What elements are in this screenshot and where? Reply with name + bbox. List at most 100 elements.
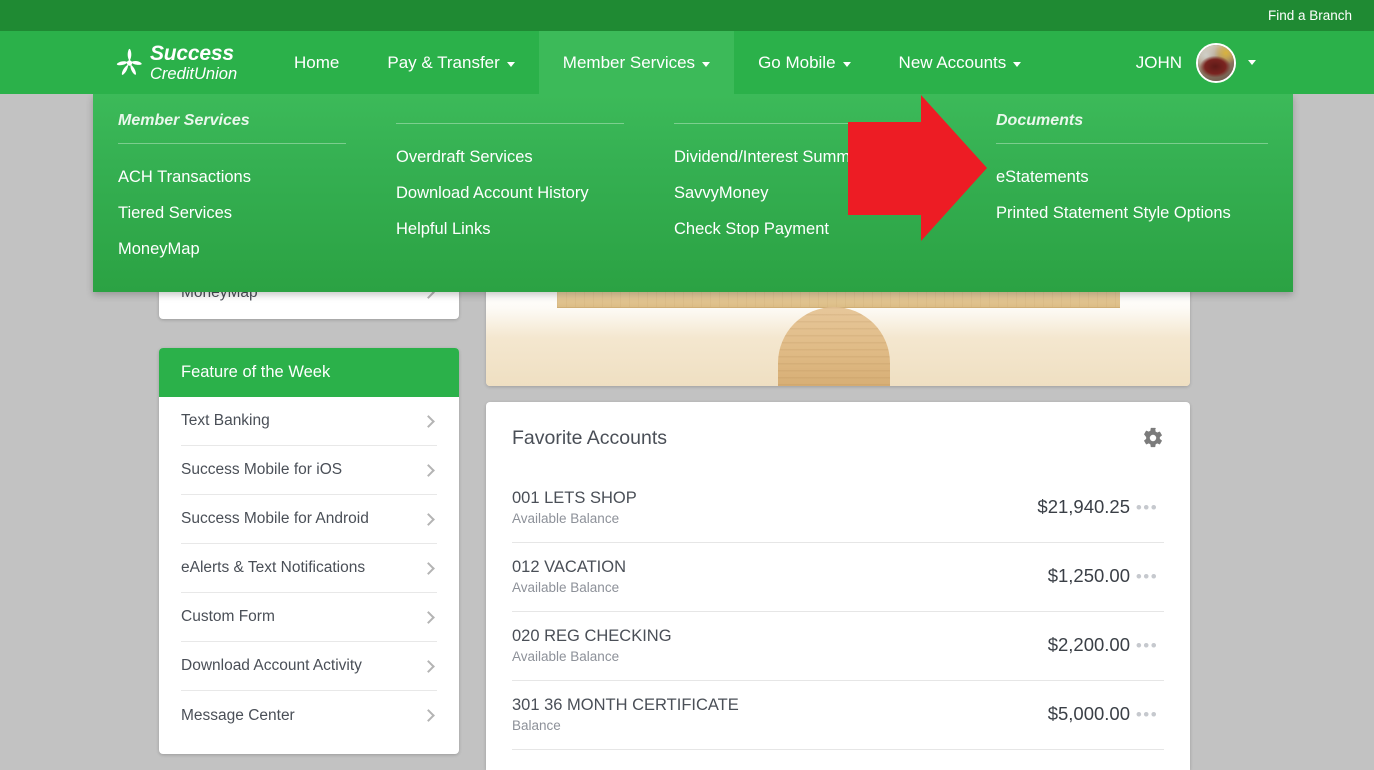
table-row[interactable]: 020 REG CHECKING Available Balance $2,20… — [512, 612, 1164, 681]
brand-logo[interactable]: Success CreditUnion — [116, 43, 237, 83]
feature-card-header: Feature of the Week — [159, 348, 459, 397]
menu-item-tiered-services[interactable]: Tiered Services — [118, 196, 371, 232]
sidebar-item-success-mobile-android[interactable]: Success Mobile for Android — [181, 495, 437, 544]
sidebar-item-label: Success Mobile for Android — [181, 510, 369, 527]
list-item: Check Stop Payment — [674, 212, 971, 248]
menu-item-estatements[interactable]: eStatements — [996, 160, 1293, 196]
gear-icon[interactable] — [1142, 427, 1164, 449]
menu-item-download-account-history[interactable]: Download Account History — [396, 176, 649, 212]
list-item: Dividend/Interest Summary — [674, 140, 971, 176]
sidebar-item-label: eAlerts & Text Notifications — [181, 559, 366, 576]
sidebar-item-text-banking[interactable]: Text Banking — [181, 397, 437, 446]
dropdown-column-heading — [396, 111, 624, 124]
ellipsis-icon[interactable]: ••• — [1130, 706, 1164, 723]
user-menu[interactable]: JOHN — [1136, 31, 1256, 94]
nav-item-member-services[interactable]: Member Services — [538, 31, 735, 94]
account-info: 301 36 MONTH CERTIFICATE Balance — [512, 694, 1048, 735]
avatar[interactable] — [1196, 42, 1236, 83]
table-row[interactable]: 012 VACATION Available Balance $1,250.00… — [512, 543, 1164, 612]
ellipsis-icon[interactable]: ••• — [1130, 637, 1164, 654]
list-item: eStatements — [996, 160, 1293, 196]
brand-name-primary: Success — [150, 42, 234, 65]
nav-item-label: Home — [294, 52, 340, 72]
sidebar-item-custom-form[interactable]: Custom Form — [181, 593, 437, 642]
table-row[interactable]: 001 LETS SHOP Available Balance $21,940.… — [512, 474, 1164, 543]
menu-item-ach-transactions[interactable]: ACH Transactions — [118, 160, 371, 196]
nav-item-label: Pay & Transfer — [387, 52, 500, 72]
sidebar-item-success-mobile-ios[interactable]: Success Mobile for iOS — [181, 446, 437, 495]
account-name: 020 REG CHECKING — [512, 627, 672, 645]
chevron-right-icon — [422, 463, 435, 477]
sidebar-item-label: Download Account Activity — [181, 657, 362, 674]
user-name-label: JOHN — [1135, 52, 1182, 72]
dropdown-column-heading: Documents — [996, 111, 1268, 144]
list-item: ACH Transactions — [118, 160, 371, 196]
app-root: MoneyMap Feature of the Week Text Bankin… — [0, 0, 1374, 770]
sidebar-item-download-account-activity[interactable]: Download Account Activity — [181, 642, 437, 691]
dropdown-link-list: Overdraft Services Download Account Hist… — [396, 124, 649, 248]
flower-petal-logo-icon — [116, 48, 143, 78]
avatar-image — [1198, 44, 1234, 81]
table-row[interactable]: 301 36 MONTH CERTIFICATE Balance $5,000.… — [512, 681, 1164, 750]
chevron-right-icon — [422, 709, 435, 722]
account-amount: $5,000.00 — [1047, 702, 1130, 724]
list-item: Helpful Links — [396, 212, 649, 248]
list-item: MoneyMap — [118, 232, 371, 268]
list-item: Printed Statement Style Options — [996, 196, 1293, 232]
nav-item-go-mobile[interactable]: Go Mobile — [734, 31, 874, 94]
menu-item-moneymap[interactable]: MoneyMap — [118, 232, 371, 268]
sidebar-item-label: Custom Form — [181, 608, 275, 625]
nav-item-new-accounts[interactable]: New Accounts — [875, 31, 1046, 94]
account-balance-label: Available Balance — [512, 580, 620, 595]
menu-item-check-stop-payment[interactable]: Check Stop Payment — [674, 212, 971, 248]
menu-item-helpful-links[interactable]: Helpful Links — [396, 212, 649, 248]
favorite-accounts-list: 001 LETS SHOP Available Balance $21,940.… — [486, 474, 1190, 770]
chevron-right-icon — [422, 561, 435, 575]
list-item: SavvyMoney — [674, 176, 971, 212]
sidebar-item-label: Message Center — [181, 706, 295, 724]
chevron-right-icon — [422, 610, 435, 624]
dropdown-column-documents: Documents eStatements Printed Statement … — [971, 94, 1293, 292]
ellipsis-icon[interactable]: ••• — [1130, 499, 1164, 516]
sidebar-item-message-center[interactable]: Message Center — [181, 691, 437, 740]
account-balance-label: Balance — [512, 718, 561, 733]
sidebar-item-label: Success Mobile for iOS — [181, 461, 343, 478]
favorite-accounts-card: Favorite Accounts 001 LETS SHOP Availabl… — [486, 402, 1190, 770]
account-amount: $2,200.00 — [1047, 633, 1130, 655]
dropdown-column-two: Overdraft Services Download Account Hist… — [371, 94, 649, 292]
menu-item-dividend-interest-summary[interactable]: Dividend/Interest Summary — [674, 140, 971, 176]
account-name: 301 36 MONTH CERTIFICATE — [512, 696, 739, 714]
hero-banner-image — [486, 286, 1190, 386]
chevron-right-icon — [422, 659, 435, 673]
list-item: Overdraft Services — [396, 140, 649, 176]
chevron-down-icon — [1013, 62, 1022, 67]
account-info: 020 REG CHECKING Available Balance — [512, 625, 1048, 666]
page-title: Favorite Accounts — [512, 426, 667, 449]
ellipsis-icon[interactable]: ••• — [1130, 568, 1164, 585]
member-services-dropdown: Member Services ACH Transactions Tiered … — [93, 94, 1293, 292]
list-item: Tiered Services — [118, 196, 371, 232]
menu-item-savvymoney[interactable]: SavvyMoney — [674, 176, 971, 212]
nav-item-label: New Accounts — [898, 52, 1007, 72]
menu-item-printed-statement-style-options[interactable]: Printed Statement Style Options — [996, 196, 1293, 232]
chevron-down-icon — [842, 62, 851, 67]
chevron-right-icon — [422, 414, 435, 428]
account-balance-label: Available Balance — [512, 511, 620, 526]
account-info: 012 VACATION Available Balance — [512, 556, 1048, 597]
dropdown-link-list: Dividend/Interest Summary SavvyMoney Che… — [674, 124, 971, 248]
find-a-branch-link[interactable]: Find a Branch — [1268, 7, 1352, 24]
brand-name-secondary: CreditUnion — [150, 65, 238, 83]
menu-item-overdraft-services[interactable]: Overdraft Services — [396, 140, 649, 176]
account-amount: $1,250.00 — [1047, 564, 1130, 586]
dropdown-column-heading — [674, 111, 946, 124]
list-item: Download Account History — [396, 176, 649, 212]
nav-item-pay-transfer[interactable]: Pay & Transfer — [363, 31, 538, 94]
nav-item-home[interactable]: Home — [270, 31, 363, 94]
main-navbar: Success CreditUnion Home Pay & Transfer … — [0, 31, 1374, 94]
dropdown-columns: Member Services ACH Transactions Tiered … — [93, 94, 1293, 292]
feature-card-title: Feature of the Week — [181, 363, 331, 381]
table-row[interactable]: 302 24 MONTH CERTIFICATE ••• — [512, 750, 1164, 770]
sidebar-item-ealerts-text-notifications[interactable]: eAlerts & Text Notifications — [181, 544, 437, 593]
feature-links-list: Text Banking Success Mobile for iOS Succ… — [159, 397, 459, 740]
chevron-right-icon — [422, 512, 435, 526]
